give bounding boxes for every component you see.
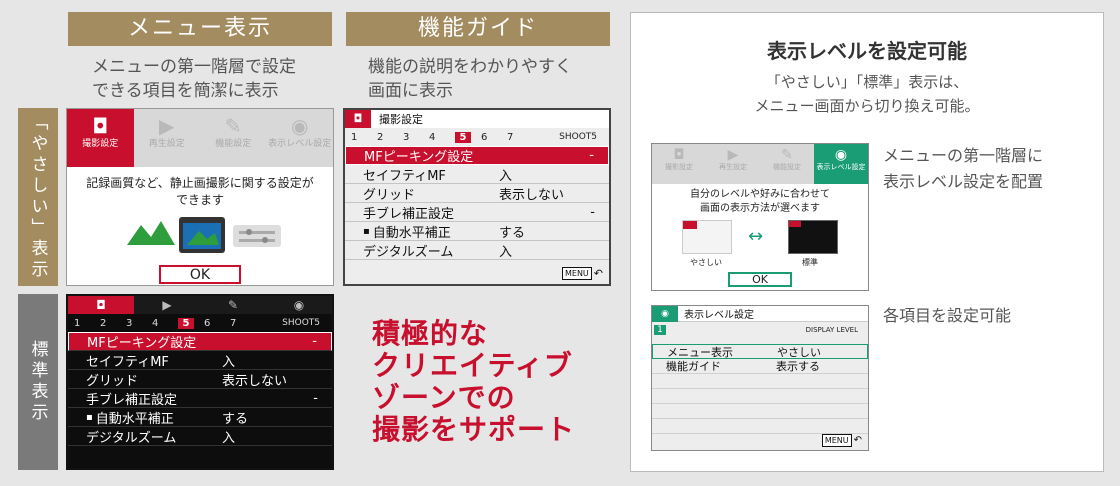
easy-message: 記録画質など、静止画撮影に関する設定が できます [86, 176, 314, 207]
standard-tab-bar: ◘ ▶ ✎ ◉ [68, 296, 332, 314]
level-row-function-guide[interactable]: 機能ガイド 表示する [652, 359, 868, 374]
panel-title: 表示レベルを設定可能 [767, 39, 967, 63]
level-row-empty [652, 419, 868, 434]
level-row-empty [652, 389, 868, 404]
easy-tab-shooting[interactable]: ◘ 撮影設定 [67, 109, 134, 167]
standard-tab-playback[interactable]: ▶ [134, 296, 200, 314]
menu-display-desc: メニューの第一階層で設定 できる項目を簡潔に表示 [92, 57, 296, 101]
menu-row-safety-mf[interactable]: セイフティMF 入 [345, 165, 609, 184]
function-guide-desc: 機能の説明をわかりやすく 画面に表示 [368, 57, 572, 101]
std-row-is-settings[interactable]: 手ブレ補正設定 - [68, 389, 332, 408]
mini-easy-screen: ◘ 撮影設定 ▶ 再生設定 ✎ 機能設定 ◉ 表示レベル設定 自分のレベルや好みに合わせ… [651, 143, 869, 291]
menu-row-auto-level[interactable]: ▪ 自動水平補正 する [345, 222, 609, 241]
std-row-safety-mf[interactable]: セイフティMF 入 [68, 351, 332, 370]
function-guide-header: 機能ガイド [346, 12, 610, 46]
mini-display-level-screen: ◉ 表示レベル設定 1 DISPLAY LEVEL メニュー表示 やさしい 機能ガ… [651, 305, 869, 451]
wrench-icon: ✎ [227, 298, 239, 312]
camera-illustration-icon [127, 217, 281, 253]
std-row-auto-level[interactable]: ▪ 自動水平補正 する [68, 408, 332, 427]
menu-display-header: メニュー表示 [68, 12, 332, 46]
wrench-icon: ✎ [781, 147, 793, 163]
std-row-grid[interactable]: グリッド 表示しない [68, 370, 332, 389]
menu-row-grid[interactable]: グリッド 表示しない [345, 184, 609, 203]
level-row-empty [652, 374, 868, 389]
back-arrow-icon: ↶ [853, 435, 862, 446]
mini-tab-shooting[interactable]: ◘ 撮影設定 [652, 144, 706, 184]
guide-menu-screen: ◘ 撮影設定 1 2 3 4 5 6 7 SHOOT5 MFピーキング設定 - セ… [343, 108, 611, 286]
camera-icon: ◘ [92, 114, 109, 138]
guide-page-numbers: 1 2 3 4 5 6 7 SHOOT5 [351, 131, 597, 143]
menu-row-mf-peaking[interactable]: MFピーキング設定 - [345, 146, 609, 165]
mini-tab-display-level[interactable]: ◉ 表示レベル設定 [814, 144, 868, 184]
movie-icon: ▪ [86, 411, 93, 423]
mini-ok-button[interactable]: OK [728, 272, 792, 287]
easy-tab-function[interactable]: ✎ 機能設定 [200, 109, 267, 167]
camera-icon: ◘ [673, 147, 685, 163]
standard-tab-shooting[interactable]: ◘ [68, 296, 134, 314]
standard-menu-screen: ◘ ▶ ✎ ◉ 1 2 3 4 5 6 7 SHOOT5 MFピーキング設定 - … [66, 294, 334, 470]
standard-preview-label: 標準 [802, 258, 818, 267]
easy-ok-button[interactable]: OK [159, 265, 241, 284]
menu-button-icon: MENU [561, 267, 592, 280]
play-icon: ▶ [159, 114, 175, 138]
easy-tab-bar: ◘ 撮影設定 ▶ 再生設定 ✎ 機能設定 ◉ 表示レベル設定 [67, 109, 333, 167]
side-label-standard: 標準表示 [18, 294, 58, 470]
switch-arrow-icon: ↔ [748, 226, 764, 247]
camera-icon: ◘ [345, 110, 371, 128]
standard-page-numbers: 1 2 3 4 5 6 7 SHOOT5 [74, 317, 320, 329]
display-level-icon: ◉ [834, 147, 848, 163]
level-row-menu-display[interactable]: メニュー表示 やさしい [652, 344, 868, 359]
menu-back-indicator[interactable]: MENU ↶ [561, 267, 603, 280]
play-icon: ▶ [727, 147, 739, 163]
mini-tab-function[interactable]: ✎ 機能設定 [760, 144, 814, 184]
display-level-pagebar: 1 DISPLAY LEVEL [652, 322, 868, 338]
note-each-item: 各項目を設定可能 [883, 306, 1012, 325]
mini-tab-bar: ◘ 撮影設定 ▶ 再生設定 ✎ 機能設定 ◉ 表示レベル設定 [652, 144, 868, 184]
level-row-empty [652, 404, 868, 419]
easy-preview-thumb[interactable] [682, 220, 732, 254]
display-level-header: ◉ 表示レベル設定 [652, 306, 868, 322]
std-row-mf-peaking[interactable]: MFピーキング設定 - [68, 332, 332, 351]
promo-text: 積極的な クリエイティブ ゾーンでの 撮影をサポート [372, 317, 576, 446]
display-level-icon: ◉ [291, 114, 309, 138]
movie-icon: ▪ [363, 225, 370, 237]
panel-subtitle: 「やさしい」「標準」表示は、 メニュー画面から切り換え可能。 [754, 73, 980, 115]
display-level-panel: 表示レベルを設定可能 「やさしい」「標準」表示は、 メニュー画面から切り換え可能。… [630, 12, 1104, 472]
menu-row-is-settings[interactable]: 手ブレ補正設定 - [345, 203, 609, 222]
mini-back-indicator[interactable]: MENU ↶ [821, 434, 862, 447]
guide-menu-header: ◘ 撮影設定 [345, 110, 609, 128]
easy-tab-display-level[interactable]: ◉ 表示レベル設定 [267, 109, 334, 167]
standard-preview-thumb[interactable] [788, 220, 838, 254]
easy-menu-screen: ◘ 撮影設定 ▶ 再生設定 ✎ 機能設定 ◉ 表示レベル設定 記録画質など、静止画撮影に… [66, 108, 334, 286]
side-label-easy: 「やさしい」表示 [18, 108, 58, 286]
display-level-icon: ◉ [652, 306, 678, 322]
display-level-icon: ◉ [293, 298, 305, 312]
camera-icon: ◘ [96, 298, 106, 312]
mini-message: 自分のレベルや好みに合わせて 画面の表示方法が選べます [690, 189, 830, 214]
menu-row-digital-zoom[interactable]: デジタルズーム入 [345, 241, 609, 260]
easy-preview-label: やさしい [690, 258, 722, 267]
wrench-icon: ✎ [224, 114, 242, 138]
standard-tab-function[interactable]: ✎ [200, 296, 266, 314]
easy-tab-playback[interactable]: ▶ 再生設定 [134, 109, 201, 167]
standard-tab-display-level[interactable]: ◉ [266, 296, 332, 314]
menu-button-icon: MENU [821, 434, 852, 447]
std-row-digital-zoom[interactable]: デジタルズーム入 [68, 427, 332, 446]
back-arrow-icon: ↶ [593, 267, 603, 280]
note-first-level: メニューの第一階層に 表示レベル設定を配置 [883, 146, 1044, 191]
play-icon: ▶ [162, 298, 172, 312]
mini-tab-playback[interactable]: ▶ 再生設定 [706, 144, 760, 184]
